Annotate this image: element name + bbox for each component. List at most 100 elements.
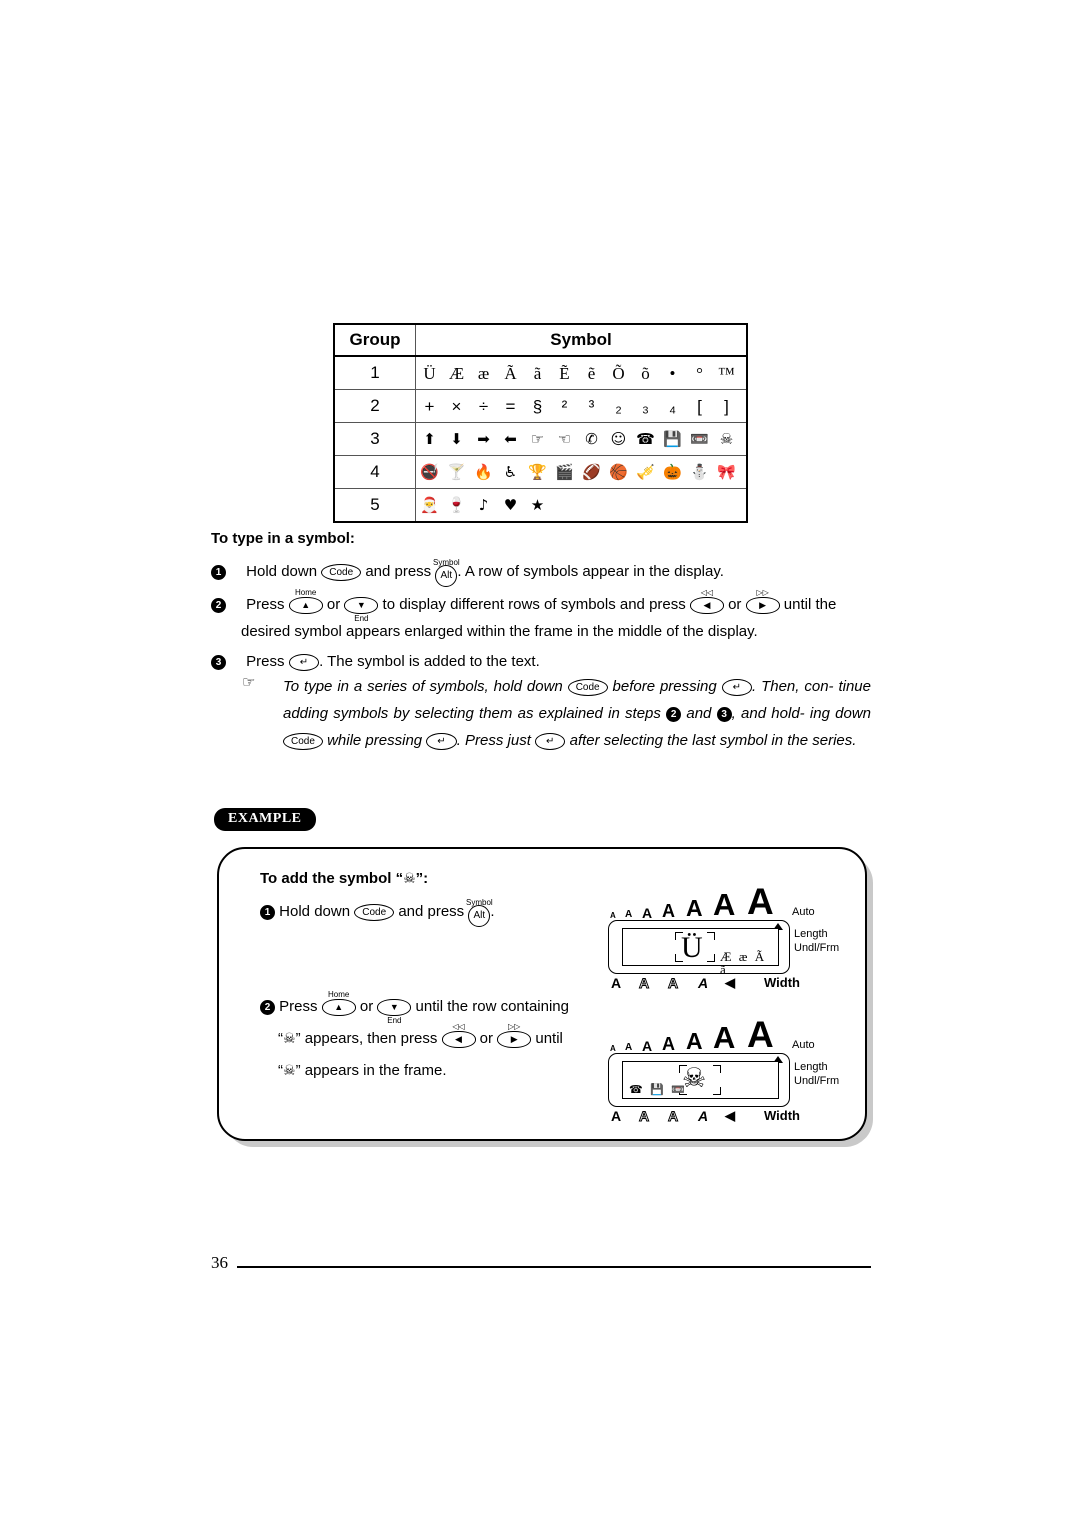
lcd1-auto-label: Auto [792, 906, 815, 918]
step-number: 2 [260, 1000, 275, 1015]
symbol-glyph: = [505, 396, 516, 416]
style-indicator: A [667, 975, 679, 992]
left-arrow-key[interactable]: ◁◁ ◀ [441, 1022, 476, 1048]
symbol-glyph: 🏆 [528, 462, 547, 481]
symbol-glyph: ♪ [478, 495, 489, 514]
alt-key[interactable]: Symbol Alt [466, 898, 493, 927]
code-key[interactable]: Code [354, 904, 395, 921]
code-key[interactable]: Code [283, 733, 323, 750]
lcd2-width-label: Width [764, 1108, 800, 1123]
up-arrow-key[interactable]: Home ▲ [288, 588, 323, 614]
fastforward-label: ▷▷ [508, 1022, 521, 1031]
lcd2-leading-chars: ☎ 💾 📼 [629, 1083, 688, 1096]
symbol-glyph: ➡ [477, 429, 490, 448]
group-number: 3 [333, 422, 416, 456]
style-indicator: A [667, 1108, 679, 1125]
symbol-glyph: 🔥 [474, 462, 493, 481]
symbol-glyph: ☜ [557, 429, 572, 448]
symbol-glyph: 🎺 [636, 462, 655, 481]
step1-text-b: and press [365, 563, 432, 580]
quote-close: ” [295, 1062, 301, 1079]
right-arrow-key[interactable]: ▷▷ ▶ [497, 1022, 532, 1048]
lcd-display-1: A A A A A A A Auto Ü Æ æ Ã ã Length Undl… [608, 881, 839, 992]
code-key[interactable]: Code [567, 679, 608, 696]
ex-step2-line2-b: or [479, 1030, 494, 1047]
symbol-glyph: Õ [612, 363, 625, 383]
return-key[interactable]: ↵ [535, 733, 566, 750]
code-key[interactable]: Code [321, 564, 362, 581]
ex-step2-line2-a: appears, then press [304, 1030, 438, 1047]
instruction-step-1: 1 Hold down Code and press Symbol Alt. A … [211, 558, 881, 587]
lcd-display-2: A A A A A A A Auto ☎ 💾 📼 ☠ Length Undl/F… [608, 1015, 839, 1125]
alt-key-shift-label: Symbol [433, 558, 460, 567]
symbol-glyph: ⛄ [690, 462, 709, 481]
frame-bracket-tr [707, 932, 715, 940]
example-title-b: ”: [415, 870, 429, 887]
step2-text-d: or [728, 596, 742, 613]
symbol-glyph: Ü [423, 363, 436, 383]
group-number: 4 [333, 455, 416, 489]
ex-step2-text-c: until the row containing [415, 998, 569, 1015]
symbol-glyph: + [424, 396, 435, 416]
right-arrow-key[interactable]: ▷▷ ▶ [745, 588, 780, 614]
group-number: 2 [333, 389, 416, 423]
symbol-glyph: ✆ [585, 429, 598, 448]
left-arrow-key[interactable]: ◁◁ ◀ [689, 588, 724, 614]
header-group: Group [333, 323, 416, 357]
size-indicator: A [625, 909, 633, 920]
return-key[interactable]: ↵ [721, 679, 752, 696]
rewind-label: ◁◁ [700, 588, 714, 597]
return-key[interactable]: ↵ [426, 733, 457, 750]
ex-step2-line3-a: appears in the frame. [304, 1062, 447, 1079]
right-key-wrap: ▷▷ ▶ [497, 1022, 532, 1052]
quote-close: ” [295, 1030, 301, 1047]
alt-key[interactable]: Symbol Alt [433, 558, 460, 587]
home-label: Home [328, 990, 350, 999]
symbol-list: 🚭 🍸 🔥 ♿ 🏆 🎬 🏈 🏀 🎺 🎃 ⛄ 🎀 [415, 455, 748, 489]
lcd1-undl-label: Undl/Frm [794, 942, 840, 954]
ex-step2-line2-c: until [535, 1030, 563, 1047]
fastforward-label: ▷▷ [756, 588, 769, 597]
symbol-glyph: 🎀 [717, 462, 736, 481]
symbol-glyph: 📼 [690, 429, 709, 448]
return-key[interactable]: ↵ [288, 654, 320, 671]
page-number: 36 [211, 1253, 228, 1272]
symbol-glyph: ★ [530, 495, 545, 514]
size-indicator: A [686, 1028, 703, 1054]
size-indicator: A [747, 881, 774, 922]
symbol-glyph: ☎ [636, 429, 655, 448]
alt-key-wrap: Symbol Alt [466, 898, 493, 927]
symbol-glyph: ☺ [610, 429, 627, 448]
up-arrow-key[interactable]: Home ▲ [321, 990, 356, 1016]
size-indicator: A [662, 901, 675, 921]
right-arrow-icon: ▶ [759, 600, 767, 610]
skull-icon: ☠ [283, 1063, 296, 1079]
left-key-wrap: ◁◁ ◀ [441, 1022, 476, 1052]
pointing-hand-icon: ☞ [242, 674, 256, 691]
symbol-list: ⬆ ⬇ ➡ ⬅ ☞ ☜ ✆ ☺ ☎ 💾 📼 ☠ [415, 422, 748, 456]
down-arrow-icon: ▼ [389, 1002, 399, 1012]
down-arrow-icon: ▼ [356, 600, 366, 610]
style-indicator: A [698, 975, 709, 991]
down-arrow-key[interactable]: ▼ End [344, 597, 379, 623]
up-arrow-icon: ▲ [334, 1002, 344, 1012]
step1-text-c: . A row of symbols appear in the display… [457, 563, 724, 580]
symbol-glyph: ₂ [615, 396, 622, 416]
example-step-2-line3: “☠” appears in the frame. [278, 1057, 608, 1085]
size-indicator: A [662, 1034, 675, 1054]
lcd2-framed-char: ☠ [682, 1063, 707, 1094]
style-indicator: ◀ [725, 975, 735, 990]
size-indicator: A [713, 887, 736, 922]
frame-bracket-br [707, 954, 715, 962]
down-arrow-key[interactable]: ▼ End [377, 999, 412, 1025]
rewind-label: ◁◁ [452, 1022, 465, 1031]
step2-text-b: or [326, 596, 341, 613]
symbol-glyph: 🏀 [609, 462, 628, 481]
symbol-glyph: 🎃 [663, 462, 682, 481]
symbol-glyph: 🍷 [447, 495, 466, 514]
ex-step2-text-a: Press [279, 998, 318, 1015]
symbol-glyph: ã [533, 363, 542, 383]
symbol-glyph: [ [697, 396, 702, 416]
symbol-glyph: ẽ [587, 363, 596, 383]
note-line3-d: after selecting the last [569, 732, 716, 749]
